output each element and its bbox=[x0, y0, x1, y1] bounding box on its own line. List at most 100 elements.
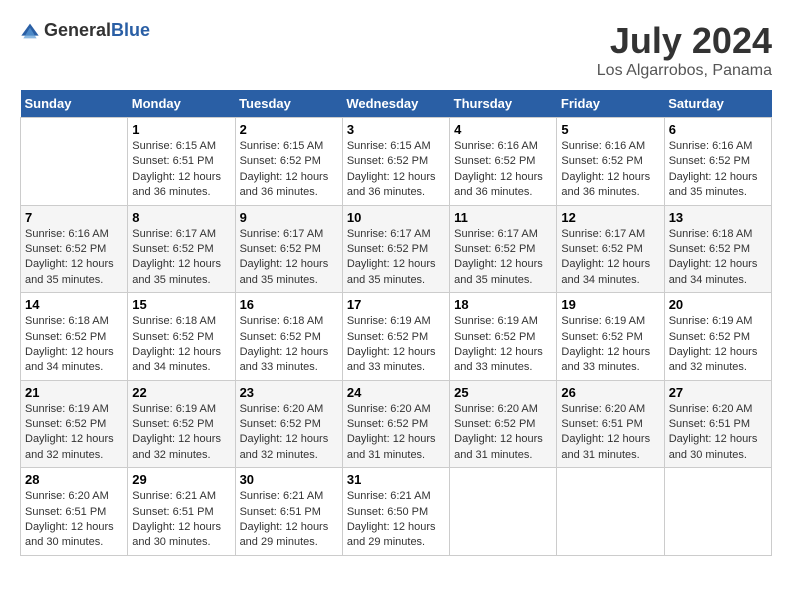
sunrise-text: Sunrise: 6:17 AM bbox=[454, 228, 538, 240]
sunset-text: Sunset: 6:52 PM bbox=[347, 155, 428, 167]
weekday-header: Thursday bbox=[450, 90, 557, 118]
sunrise-text: Sunrise: 6:21 AM bbox=[240, 490, 324, 502]
calendar-cell: 4 Sunrise: 6:16 AM Sunset: 6:52 PM Dayli… bbox=[450, 118, 557, 206]
sunrise-text: Sunrise: 6:19 AM bbox=[347, 315, 431, 327]
day-info: Sunrise: 6:18 AM Sunset: 6:52 PM Dayligh… bbox=[240, 314, 338, 376]
sunrise-text: Sunrise: 6:20 AM bbox=[347, 403, 431, 415]
sunset-text: Sunset: 6:52 PM bbox=[454, 155, 535, 167]
day-number: 1 bbox=[132, 122, 230, 137]
day-number: 5 bbox=[561, 122, 659, 137]
daylight-text: Daylight: 12 hours and 33 minutes. bbox=[240, 346, 329, 373]
weekday-header: Saturday bbox=[664, 90, 771, 118]
day-number: 30 bbox=[240, 472, 338, 487]
calendar-week-row: 21 Sunrise: 6:19 AM Sunset: 6:52 PM Dayl… bbox=[21, 380, 772, 468]
day-number: 2 bbox=[240, 122, 338, 137]
day-info: Sunrise: 6:16 AM Sunset: 6:52 PM Dayligh… bbox=[561, 139, 659, 201]
sunset-text: Sunset: 6:52 PM bbox=[561, 331, 642, 343]
sunset-text: Sunset: 6:52 PM bbox=[25, 418, 106, 430]
sunrise-text: Sunrise: 6:20 AM bbox=[669, 403, 753, 415]
calendar-cell: 25 Sunrise: 6:20 AM Sunset: 6:52 PM Dayl… bbox=[450, 380, 557, 468]
day-info: Sunrise: 6:18 AM Sunset: 6:52 PM Dayligh… bbox=[25, 314, 123, 376]
daylight-text: Daylight: 12 hours and 36 minutes. bbox=[454, 171, 543, 198]
calendar-header-row: SundayMondayTuesdayWednesdayThursdayFrid… bbox=[21, 90, 772, 118]
day-info: Sunrise: 6:20 AM Sunset: 6:51 PM Dayligh… bbox=[561, 402, 659, 464]
calendar-week-row: 1 Sunrise: 6:15 AM Sunset: 6:51 PM Dayli… bbox=[21, 118, 772, 206]
day-number: 8 bbox=[132, 210, 230, 225]
sunset-text: Sunset: 6:52 PM bbox=[454, 331, 535, 343]
sunrise-text: Sunrise: 6:18 AM bbox=[240, 315, 324, 327]
calendar-cell: 6 Sunrise: 6:16 AM Sunset: 6:52 PM Dayli… bbox=[664, 118, 771, 206]
daylight-text: Daylight: 12 hours and 36 minutes. bbox=[561, 171, 650, 198]
day-number: 11 bbox=[454, 210, 552, 225]
sunset-text: Sunset: 6:50 PM bbox=[347, 506, 428, 518]
daylight-text: Daylight: 12 hours and 31 minutes. bbox=[347, 433, 436, 460]
day-number: 19 bbox=[561, 297, 659, 312]
sunrise-text: Sunrise: 6:18 AM bbox=[132, 315, 216, 327]
sunset-text: Sunset: 6:52 PM bbox=[669, 331, 750, 343]
day-info: Sunrise: 6:16 AM Sunset: 6:52 PM Dayligh… bbox=[25, 227, 123, 289]
daylight-text: Daylight: 12 hours and 36 minutes. bbox=[132, 171, 221, 198]
sunrise-text: Sunrise: 6:20 AM bbox=[25, 490, 109, 502]
sunrise-text: Sunrise: 6:19 AM bbox=[132, 403, 216, 415]
daylight-text: Daylight: 12 hours and 32 minutes. bbox=[25, 433, 114, 460]
logo-blue: Blue bbox=[111, 20, 150, 40]
day-info: Sunrise: 6:19 AM Sunset: 6:52 PM Dayligh… bbox=[561, 314, 659, 376]
day-number: 25 bbox=[454, 385, 552, 400]
calendar-cell: 1 Sunrise: 6:15 AM Sunset: 6:51 PM Dayli… bbox=[128, 118, 235, 206]
logo-text: GeneralBlue bbox=[44, 20, 150, 41]
day-number: 28 bbox=[25, 472, 123, 487]
sunrise-text: Sunrise: 6:19 AM bbox=[669, 315, 753, 327]
sunrise-text: Sunrise: 6:19 AM bbox=[25, 403, 109, 415]
day-info: Sunrise: 6:19 AM Sunset: 6:52 PM Dayligh… bbox=[347, 314, 445, 376]
day-info: Sunrise: 6:19 AM Sunset: 6:52 PM Dayligh… bbox=[25, 402, 123, 464]
day-number: 3 bbox=[347, 122, 445, 137]
sunrise-text: Sunrise: 6:17 AM bbox=[561, 228, 645, 240]
daylight-text: Daylight: 12 hours and 30 minutes. bbox=[25, 521, 114, 548]
calendar-cell: 29 Sunrise: 6:21 AM Sunset: 6:51 PM Dayl… bbox=[128, 468, 235, 556]
sunrise-text: Sunrise: 6:15 AM bbox=[240, 140, 324, 152]
calendar-cell: 28 Sunrise: 6:20 AM Sunset: 6:51 PM Dayl… bbox=[21, 468, 128, 556]
day-number: 20 bbox=[669, 297, 767, 312]
sunset-text: Sunset: 6:51 PM bbox=[561, 418, 642, 430]
daylight-text: Daylight: 12 hours and 34 minutes. bbox=[669, 258, 758, 285]
calendar-cell: 26 Sunrise: 6:20 AM Sunset: 6:51 PM Dayl… bbox=[557, 380, 664, 468]
location-title: Los Algarrobos, Panama bbox=[597, 62, 772, 80]
day-number: 21 bbox=[25, 385, 123, 400]
sunset-text: Sunset: 6:51 PM bbox=[240, 506, 321, 518]
sunset-text: Sunset: 6:52 PM bbox=[561, 155, 642, 167]
weekday-header: Wednesday bbox=[342, 90, 449, 118]
calendar-cell bbox=[450, 468, 557, 556]
day-number: 7 bbox=[25, 210, 123, 225]
daylight-text: Daylight: 12 hours and 29 minutes. bbox=[240, 521, 329, 548]
logo-icon bbox=[20, 21, 40, 41]
day-info: Sunrise: 6:19 AM Sunset: 6:52 PM Dayligh… bbox=[132, 402, 230, 464]
calendar-cell: 21 Sunrise: 6:19 AM Sunset: 6:52 PM Dayl… bbox=[21, 380, 128, 468]
weekday-header: Sunday bbox=[21, 90, 128, 118]
sunrise-text: Sunrise: 6:17 AM bbox=[347, 228, 431, 240]
day-info: Sunrise: 6:18 AM Sunset: 6:52 PM Dayligh… bbox=[669, 227, 767, 289]
month-title: July 2024 bbox=[597, 20, 772, 62]
day-number: 29 bbox=[132, 472, 230, 487]
logo: GeneralBlue bbox=[20, 20, 150, 41]
sunset-text: Sunset: 6:52 PM bbox=[347, 331, 428, 343]
day-number: 17 bbox=[347, 297, 445, 312]
day-number: 27 bbox=[669, 385, 767, 400]
day-info: Sunrise: 6:21 AM Sunset: 6:51 PM Dayligh… bbox=[240, 489, 338, 551]
calendar-cell: 17 Sunrise: 6:19 AM Sunset: 6:52 PM Dayl… bbox=[342, 293, 449, 381]
day-info: Sunrise: 6:17 AM Sunset: 6:52 PM Dayligh… bbox=[561, 227, 659, 289]
day-number: 6 bbox=[669, 122, 767, 137]
day-info: Sunrise: 6:15 AM Sunset: 6:52 PM Dayligh… bbox=[347, 139, 445, 201]
daylight-text: Daylight: 12 hours and 31 minutes. bbox=[561, 433, 650, 460]
calendar-cell: 14 Sunrise: 6:18 AM Sunset: 6:52 PM Dayl… bbox=[21, 293, 128, 381]
calendar-table: SundayMondayTuesdayWednesdayThursdayFrid… bbox=[20, 90, 772, 556]
day-info: Sunrise: 6:17 AM Sunset: 6:52 PM Dayligh… bbox=[454, 227, 552, 289]
sunset-text: Sunset: 6:51 PM bbox=[25, 506, 106, 518]
sunset-text: Sunset: 6:52 PM bbox=[454, 243, 535, 255]
calendar-cell: 19 Sunrise: 6:19 AM Sunset: 6:52 PM Dayl… bbox=[557, 293, 664, 381]
daylight-text: Daylight: 12 hours and 30 minutes. bbox=[669, 433, 758, 460]
daylight-text: Daylight: 12 hours and 35 minutes. bbox=[669, 171, 758, 198]
calendar-cell: 3 Sunrise: 6:15 AM Sunset: 6:52 PM Dayli… bbox=[342, 118, 449, 206]
day-info: Sunrise: 6:20 AM Sunset: 6:51 PM Dayligh… bbox=[25, 489, 123, 551]
calendar-cell: 18 Sunrise: 6:19 AM Sunset: 6:52 PM Dayl… bbox=[450, 293, 557, 381]
calendar-cell: 10 Sunrise: 6:17 AM Sunset: 6:52 PM Dayl… bbox=[342, 205, 449, 293]
